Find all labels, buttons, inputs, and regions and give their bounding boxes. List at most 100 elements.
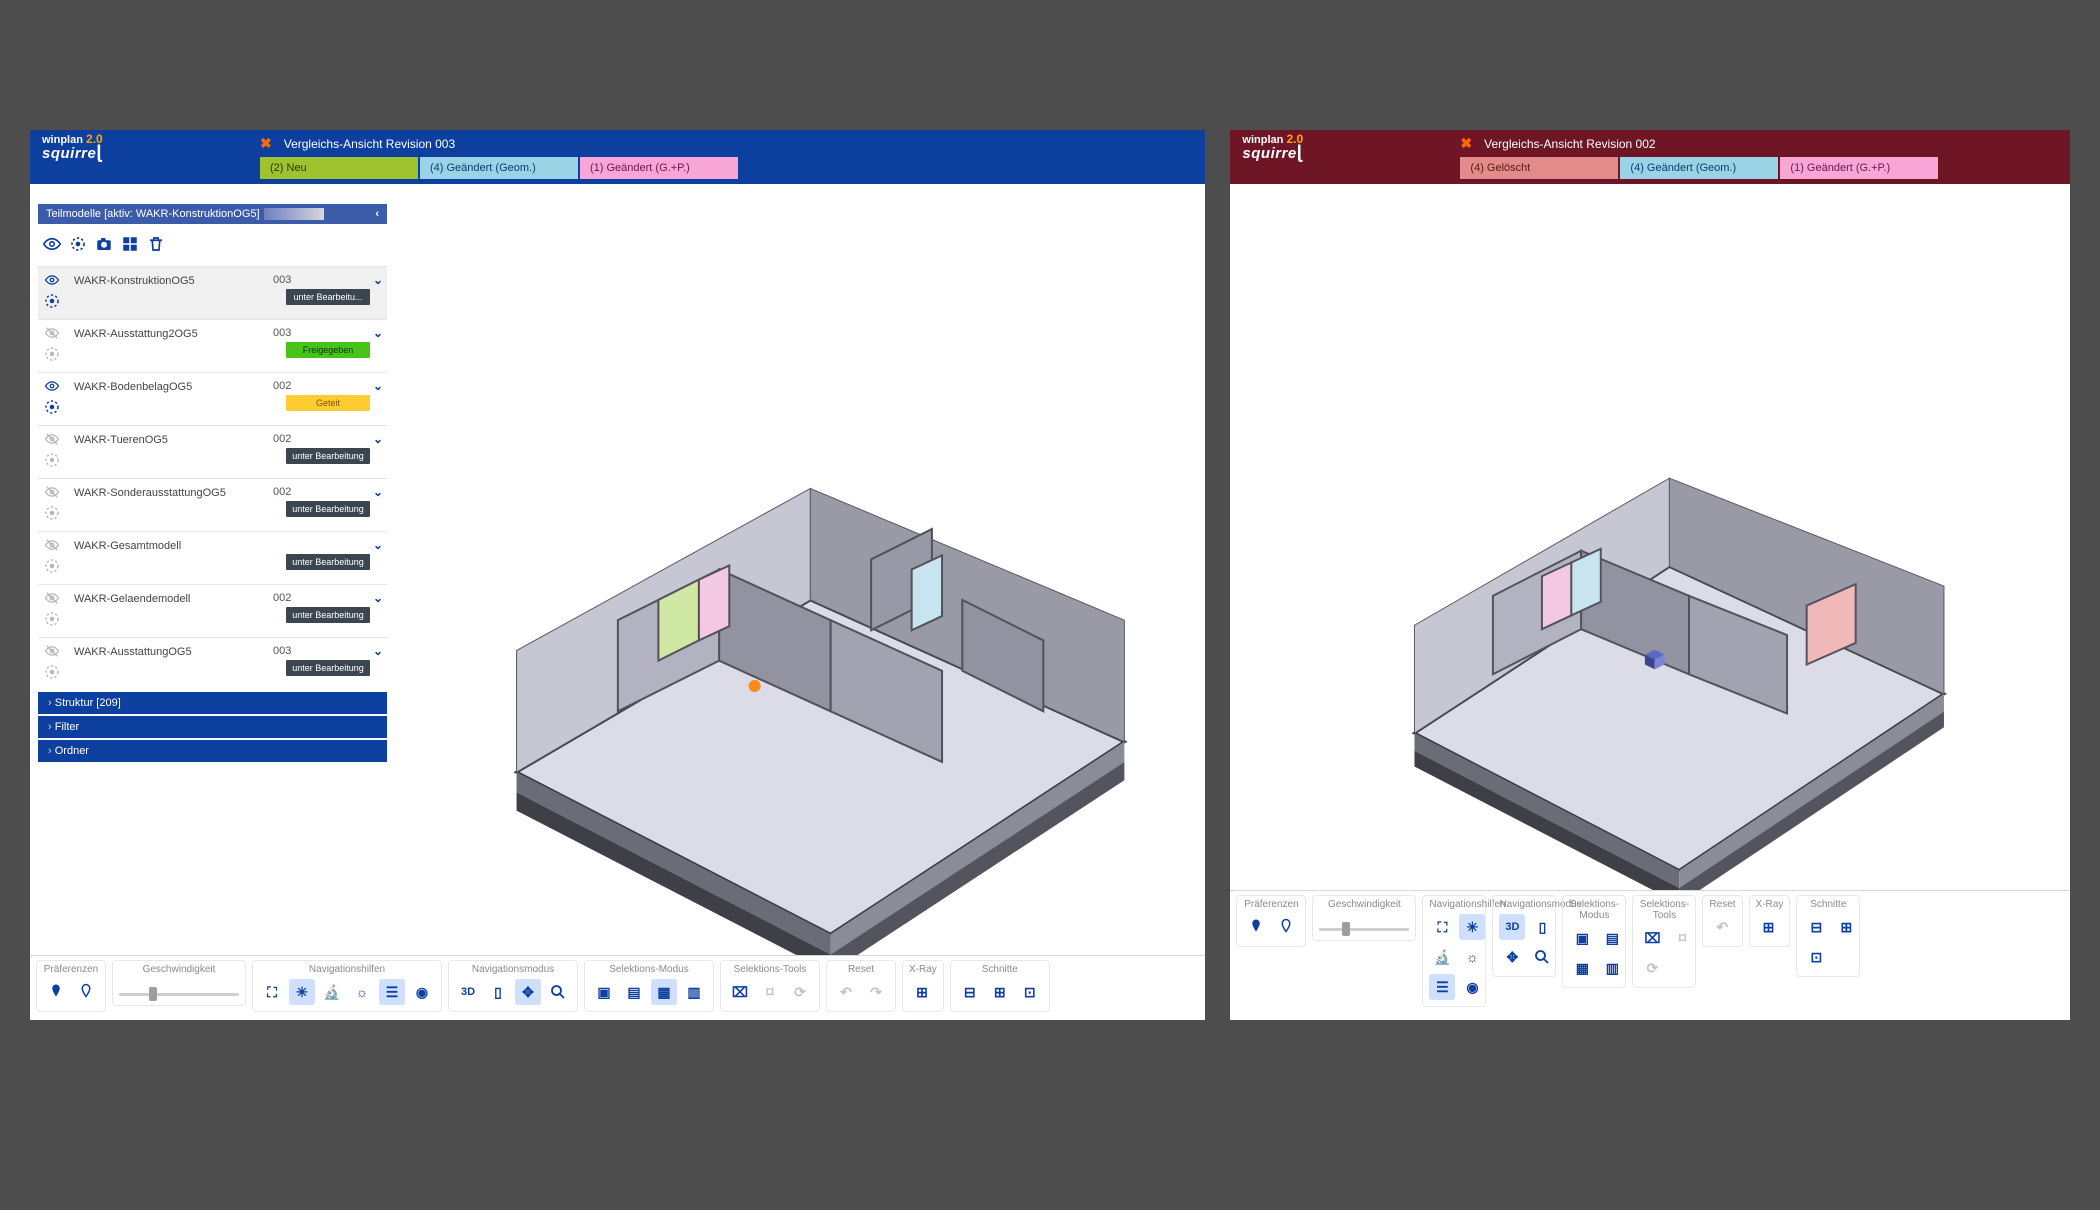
- close-icon[interactable]: ✖: [230, 135, 284, 152]
- fullscreen-icon[interactable]: ⛶: [259, 979, 285, 1005]
- chevron-down-icon[interactable]: ⌄: [373, 379, 383, 393]
- stool2-icon[interactable]: ⌑: [757, 979, 783, 1005]
- visibility-icon[interactable]: [42, 273, 62, 290]
- undo-icon[interactable]: ↶: [1709, 914, 1735, 940]
- collapse-icon[interactable]: ‹: [375, 204, 379, 224]
- cut1-icon[interactable]: ⊟: [957, 979, 983, 1005]
- device-icon[interactable]: ▯: [1529, 914, 1555, 940]
- zoom-icon[interactable]: [545, 979, 571, 1005]
- section-struktur[interactable]: Struktur [209]: [38, 692, 387, 714]
- aperture-icon[interactable]: ◉: [409, 979, 435, 1005]
- settings-icon[interactable]: [43, 610, 61, 631]
- chevron-down-icon[interactable]: ⌄: [373, 273, 383, 287]
- fullscreen-icon[interactable]: ⛶: [1429, 914, 1455, 940]
- sun-icon[interactable]: ☼: [349, 979, 375, 1005]
- chevron-down-icon[interactable]: ⌄: [373, 485, 383, 499]
- compass-icon[interactable]: ✳: [1459, 914, 1485, 940]
- visibility-icon[interactable]: [42, 538, 62, 555]
- cut1-icon[interactable]: ⊟: [1803, 914, 1829, 940]
- section-filter[interactable]: Filter: [38, 716, 387, 738]
- eye-icon[interactable]: [42, 234, 62, 254]
- model-row[interactable]: WAKR-BodenbelagOG5002⌄Geteit: [38, 372, 387, 425]
- zoom-icon[interactable]: [1529, 944, 1555, 970]
- chip-deleted[interactable]: (4) Gelöscht: [1460, 157, 1618, 179]
- sidebar-header[interactable]: Teilmodelle [aktiv: WAKR-KonstruktionOG5…: [38, 204, 387, 224]
- settings-icon[interactable]: [43, 504, 61, 525]
- undo-icon[interactable]: ↶: [833, 979, 859, 1005]
- close-icon[interactable]: ✖: [1430, 135, 1484, 152]
- stool2-icon[interactable]: ⌑: [1669, 925, 1695, 951]
- settings-icon[interactable]: [43, 451, 61, 472]
- xray-icon[interactable]: ⊞: [909, 979, 935, 1005]
- chip-geom[interactable]: (4) Geändert (Geom.): [1620, 157, 1778, 179]
- sel3-icon[interactable]: ▦: [1569, 955, 1595, 981]
- device-icon[interactable]: ▯: [485, 979, 511, 1005]
- model-row[interactable]: WAKR-TuerenOG5002⌄unter Bearbeitung: [38, 425, 387, 478]
- microscope-icon[interactable]: 🔬: [1429, 944, 1455, 970]
- chevron-down-icon[interactable]: ⌄: [373, 326, 383, 340]
- mode-3d-icon[interactable]: 3D: [455, 979, 481, 1005]
- orbit-icon[interactable]: ✥: [515, 979, 541, 1005]
- redo-icon[interactable]: ↷: [863, 979, 889, 1005]
- visibility-icon[interactable]: [42, 644, 62, 661]
- visibility-icon[interactable]: [42, 485, 62, 502]
- model-row[interactable]: WAKR-Gesamtmodell⌄unter Bearbeitung: [38, 531, 387, 584]
- model-row[interactable]: WAKR-AusstattungOG5003⌄unter Bearbeitung: [38, 637, 387, 690]
- aperture-icon[interactable]: ◉: [1459, 974, 1485, 1000]
- list-icon[interactable]: ☰: [1429, 974, 1455, 1000]
- stool1-icon[interactable]: ⌧: [727, 979, 753, 1005]
- chevron-down-icon[interactable]: ⌄: [373, 432, 383, 446]
- cut3-icon[interactable]: ⊡: [1803, 944, 1829, 970]
- cut2-icon[interactable]: ⊞: [987, 979, 1013, 1005]
- sel4-icon[interactable]: ▥: [1599, 955, 1625, 981]
- model-row[interactable]: WAKR-SonderausstattungOG5002⌄unter Bearb…: [38, 478, 387, 531]
- sel1-icon[interactable]: ▣: [591, 979, 617, 1005]
- visibility-icon[interactable]: [42, 379, 62, 396]
- trash-icon[interactable]: [146, 234, 166, 254]
- sel4-icon[interactable]: ▥: [681, 979, 707, 1005]
- xray-icon[interactable]: ⊞: [1756, 914, 1782, 940]
- chip-gp[interactable]: (1) Geändert (G.+P.): [580, 157, 738, 179]
- pin2-icon[interactable]: [1273, 914, 1299, 940]
- chip-neu[interactable]: (2) Neu: [260, 157, 418, 179]
- pin-icon[interactable]: [1243, 914, 1269, 940]
- chip-gp[interactable]: (1) Geändert (G.+P.): [1780, 157, 1938, 179]
- settings-icon[interactable]: [43, 557, 61, 578]
- chevron-down-icon[interactable]: ⌄: [373, 591, 383, 605]
- sel1-icon[interactable]: ▣: [1569, 925, 1595, 951]
- orbit-icon[interactable]: ✥: [1499, 944, 1525, 970]
- chevron-down-icon[interactable]: ⌄: [373, 538, 383, 552]
- speed-slider[interactable]: [119, 989, 239, 999]
- camera-icon[interactable]: [94, 234, 114, 254]
- sun-icon[interactable]: ☼: [1459, 944, 1485, 970]
- settings-icon[interactable]: [43, 292, 61, 313]
- stool3-icon[interactable]: ⟳: [787, 979, 813, 1005]
- visibility-icon[interactable]: [42, 591, 62, 608]
- list-icon[interactable]: ☰: [379, 979, 405, 1005]
- viewport-right[interactable]: [1230, 184, 2070, 890]
- model-row[interactable]: WAKR-Gelaendemodell002⌄unter Bearbeitung: [38, 584, 387, 637]
- sel2-icon[interactable]: ▤: [621, 979, 647, 1005]
- cut2-icon[interactable]: ⊞: [1833, 914, 1859, 940]
- viewport-left[interactable]: [395, 184, 1205, 955]
- sel2-icon[interactable]: ▤: [1599, 925, 1625, 951]
- microscope-icon[interactable]: 🔬: [319, 979, 345, 1005]
- settings-icon[interactable]: [43, 663, 61, 684]
- speed-slider[interactable]: [1319, 924, 1409, 934]
- model-row[interactable]: WAKR-Ausstattung2OG5003⌄Freigegeben: [38, 319, 387, 372]
- section-ordner[interactable]: Ordner: [38, 740, 387, 762]
- pin2-icon[interactable]: [73, 979, 99, 1005]
- grid-icon[interactable]: [120, 234, 140, 254]
- sel3-icon[interactable]: ▦: [651, 979, 677, 1005]
- compass-icon[interactable]: ✳: [289, 979, 315, 1005]
- settings-icon[interactable]: [43, 398, 61, 419]
- target-icon[interactable]: [68, 234, 88, 254]
- chevron-down-icon[interactable]: ⌄: [373, 644, 383, 658]
- mode-3d-icon[interactable]: 3D: [1499, 914, 1525, 940]
- visibility-icon[interactable]: [42, 326, 62, 343]
- pin-icon[interactable]: [43, 979, 69, 1005]
- chip-geom[interactable]: (4) Geändert (Geom.): [420, 157, 578, 179]
- cut3-icon[interactable]: ⊡: [1017, 979, 1043, 1005]
- visibility-icon[interactable]: [42, 432, 62, 449]
- settings-icon[interactable]: [43, 345, 61, 366]
